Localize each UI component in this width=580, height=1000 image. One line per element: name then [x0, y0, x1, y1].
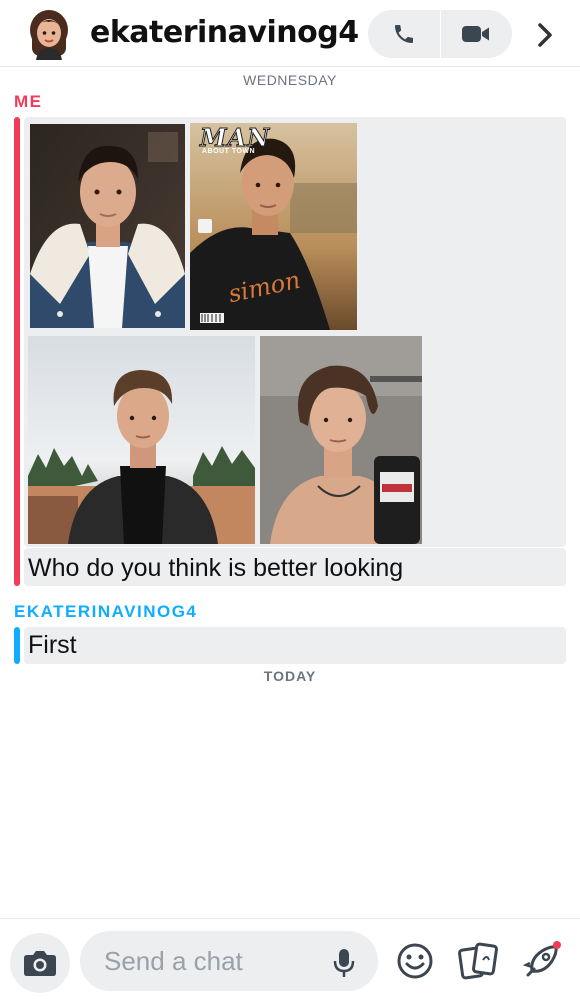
- sender-color-bar: [14, 627, 20, 664]
- avatar[interactable]: [24, 8, 74, 60]
- photo-3[interactable]: [28, 336, 255, 544]
- sender-color-bar: [14, 117, 20, 586]
- chat-header: ekaterinavinog4: [0, 0, 580, 67]
- call-controls: [368, 10, 512, 58]
- magazine-subtitle: ABOUT TOWN: [202, 148, 256, 155]
- photo-1[interactable]: [30, 124, 185, 328]
- microphone-button[interactable]: [330, 947, 358, 979]
- cards-button[interactable]: [458, 941, 498, 981]
- rocket-icon: [522, 941, 561, 977]
- message-text: First: [28, 631, 77, 659]
- camera-button[interactable]: [10, 933, 70, 993]
- games-button[interactable]: [522, 941, 562, 981]
- composer-bar: [0, 918, 580, 1000]
- message-me[interactable]: MAN ABOUT TOWN simon Who do you think is…: [14, 117, 566, 586]
- microphone-icon: [333, 949, 355, 977]
- day-label-wednesday: WEDNESDAY: [243, 72, 337, 88]
- smiley-icon: [397, 943, 433, 979]
- emoji-button[interactable]: [395, 941, 435, 981]
- voice-call-button[interactable]: [368, 10, 440, 58]
- video-camera-icon: [462, 26, 490, 42]
- text-bubble: [24, 627, 566, 664]
- phone-icon: [394, 25, 413, 43]
- sender-label-me: ME: [14, 92, 43, 111]
- cards-icon: [458, 942, 498, 980]
- message-friend[interactable]: First: [14, 627, 566, 664]
- video-call-button[interactable]: [441, 10, 513, 58]
- chevron-right-icon: [538, 23, 552, 47]
- photo-4[interactable]: [260, 336, 422, 544]
- chat-username[interactable]: ekaterinavinog4: [90, 14, 359, 52]
- sender-label-friend: EKATERINAVINOG4: [14, 602, 198, 621]
- message-text: Who do you think is better looking: [28, 554, 404, 582]
- camera-icon: [24, 951, 56, 976]
- photo-2[interactable]: MAN ABOUT TOWN simon: [190, 123, 357, 330]
- more-button[interactable]: [528, 18, 562, 52]
- day-label-today: TODAY: [263, 668, 317, 684]
